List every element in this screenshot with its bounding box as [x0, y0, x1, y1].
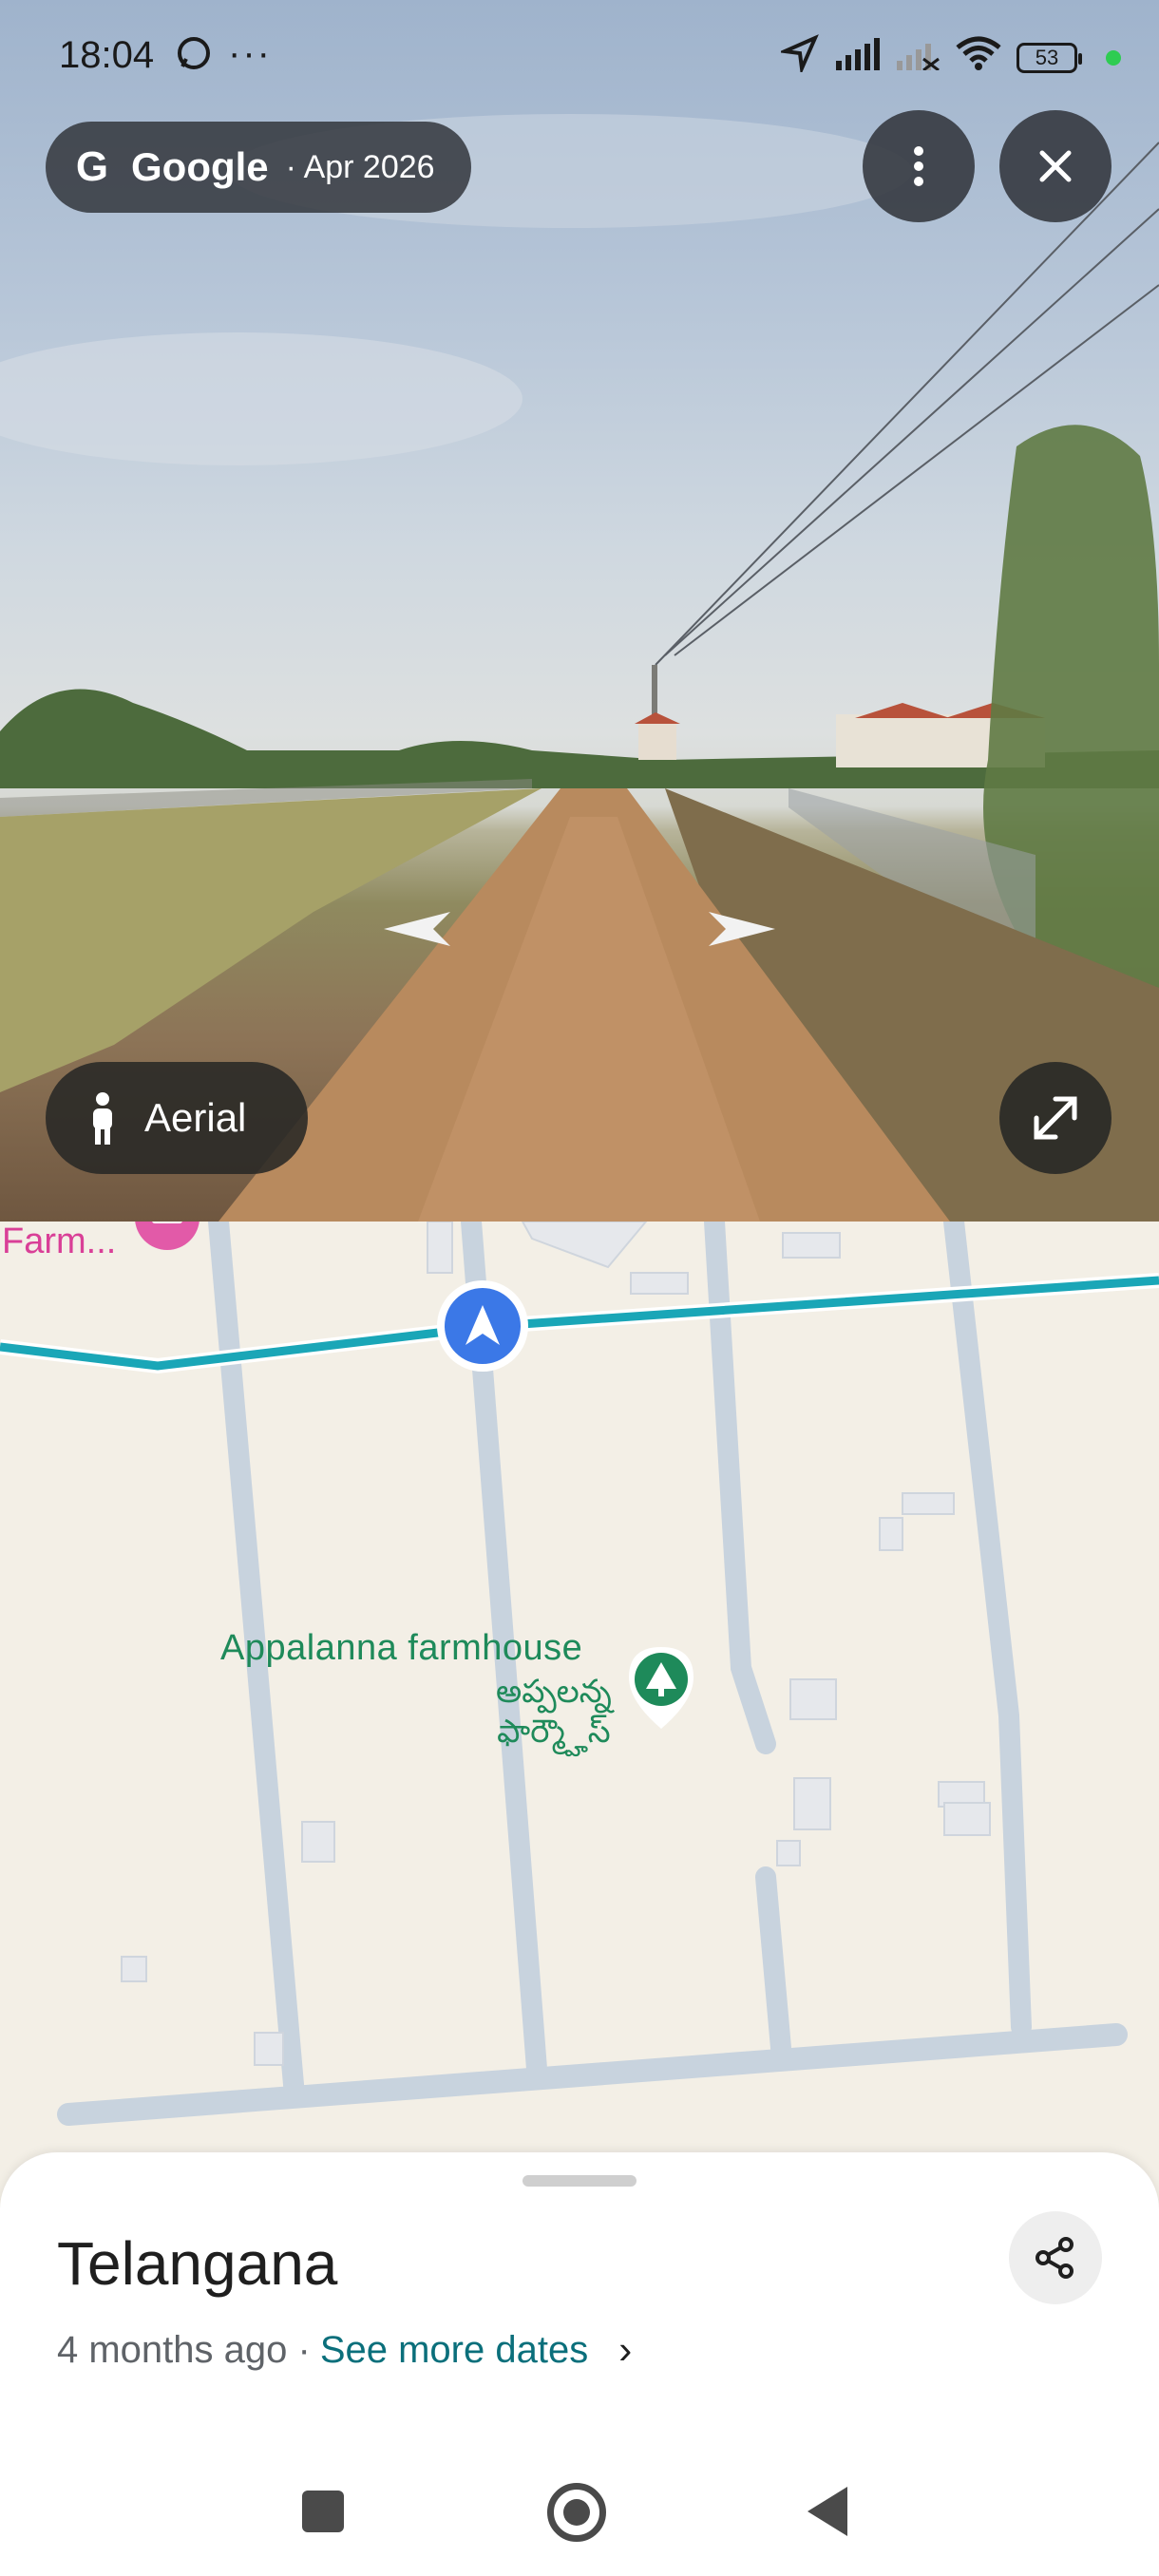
recents-square-icon[interactable] — [302, 2491, 344, 2532]
system-nav-bar — [0, 2454, 1159, 2576]
battery-level: 53 — [1035, 46, 1059, 69]
clock: 18:04 — [59, 34, 155, 76]
capture-info: 4 months ago · See more dates › — [57, 2327, 632, 2373]
tree-pin-icon — [629, 1647, 694, 1729]
nav-arrow-left-icon — [384, 912, 450, 946]
back-triangle-icon[interactable] — [808, 2487, 847, 2536]
imagery-brand: Google — [131, 144, 269, 189]
whatsapp-icon — [175, 34, 213, 82]
battery-icon: 53 — [1016, 43, 1082, 73]
place-name-local-line1: అప్పలన్న — [496, 1674, 612, 1710]
route-line — [0, 1276, 1159, 1371]
aerial-label: Aerial — [144, 1095, 247, 1140]
imagery-date: · Apr 2026 — [285, 148, 435, 185]
expand-icon — [1034, 1096, 1077, 1140]
signal-icon — [834, 36, 880, 80]
pegman-icon — [93, 1092, 112, 1145]
more-options-button[interactable] — [863, 110, 975, 222]
google-g-icon: G — [75, 143, 109, 190]
signal-off-icon — [895, 36, 940, 80]
share-button[interactable] — [1009, 2211, 1102, 2304]
chevron-right-icon[interactable]: › — [618, 2327, 632, 2373]
wifi-icon — [956, 36, 1001, 80]
location-title: Telangana — [57, 2229, 338, 2298]
home-circle-icon[interactable] — [547, 2483, 606, 2542]
expand-button[interactable] — [999, 1062, 1112, 1174]
see-more-dates-link[interactable]: See more dates — [320, 2329, 588, 2372]
place-name-local-line2: ఫార్మ్హౌస్ — [497, 1714, 611, 1750]
more-vert-icon — [914, 146, 923, 186]
poi-label-truncated[interactable]: Farm... — [2, 1222, 116, 1262]
imagery-source-chip[interactable]: G Google · Apr 2026 — [46, 122, 471, 213]
close-button[interactable] — [999, 110, 1112, 222]
map-view[interactable]: Farm... Appalanna farmhouse అప్పలన్న ఫార… — [0, 1222, 1159, 2171]
position-marker-icon — [437, 1280, 528, 1372]
location-pin-pink-icon — [135, 1222, 200, 1250]
privacy-indicator-dot — [1106, 50, 1121, 66]
place-name-local-label: అప్పలన్న ఫార్మ్హౌస్ — [496, 1672, 612, 1752]
aerial-button[interactable]: Aerial — [46, 1062, 308, 1174]
status-overflow: ··· — [228, 32, 272, 74]
drag-handle[interactable] — [522, 2175, 636, 2187]
close-icon — [1039, 150, 1072, 182]
capture-age: 4 months ago · — [57, 2328, 311, 2371]
location-arrow-icon — [777, 34, 819, 82]
street-view-panorama[interactable]: 18:04 ··· 53 G Google · Apr 2026 Aerial — [0, 0, 1159, 1222]
place-name-label[interactable]: Appalanna farmhouse — [220, 1628, 582, 1669]
share-icon — [1036, 2237, 1074, 2279]
status-bar: 18:04 ··· 53 — [59, 28, 1121, 85]
